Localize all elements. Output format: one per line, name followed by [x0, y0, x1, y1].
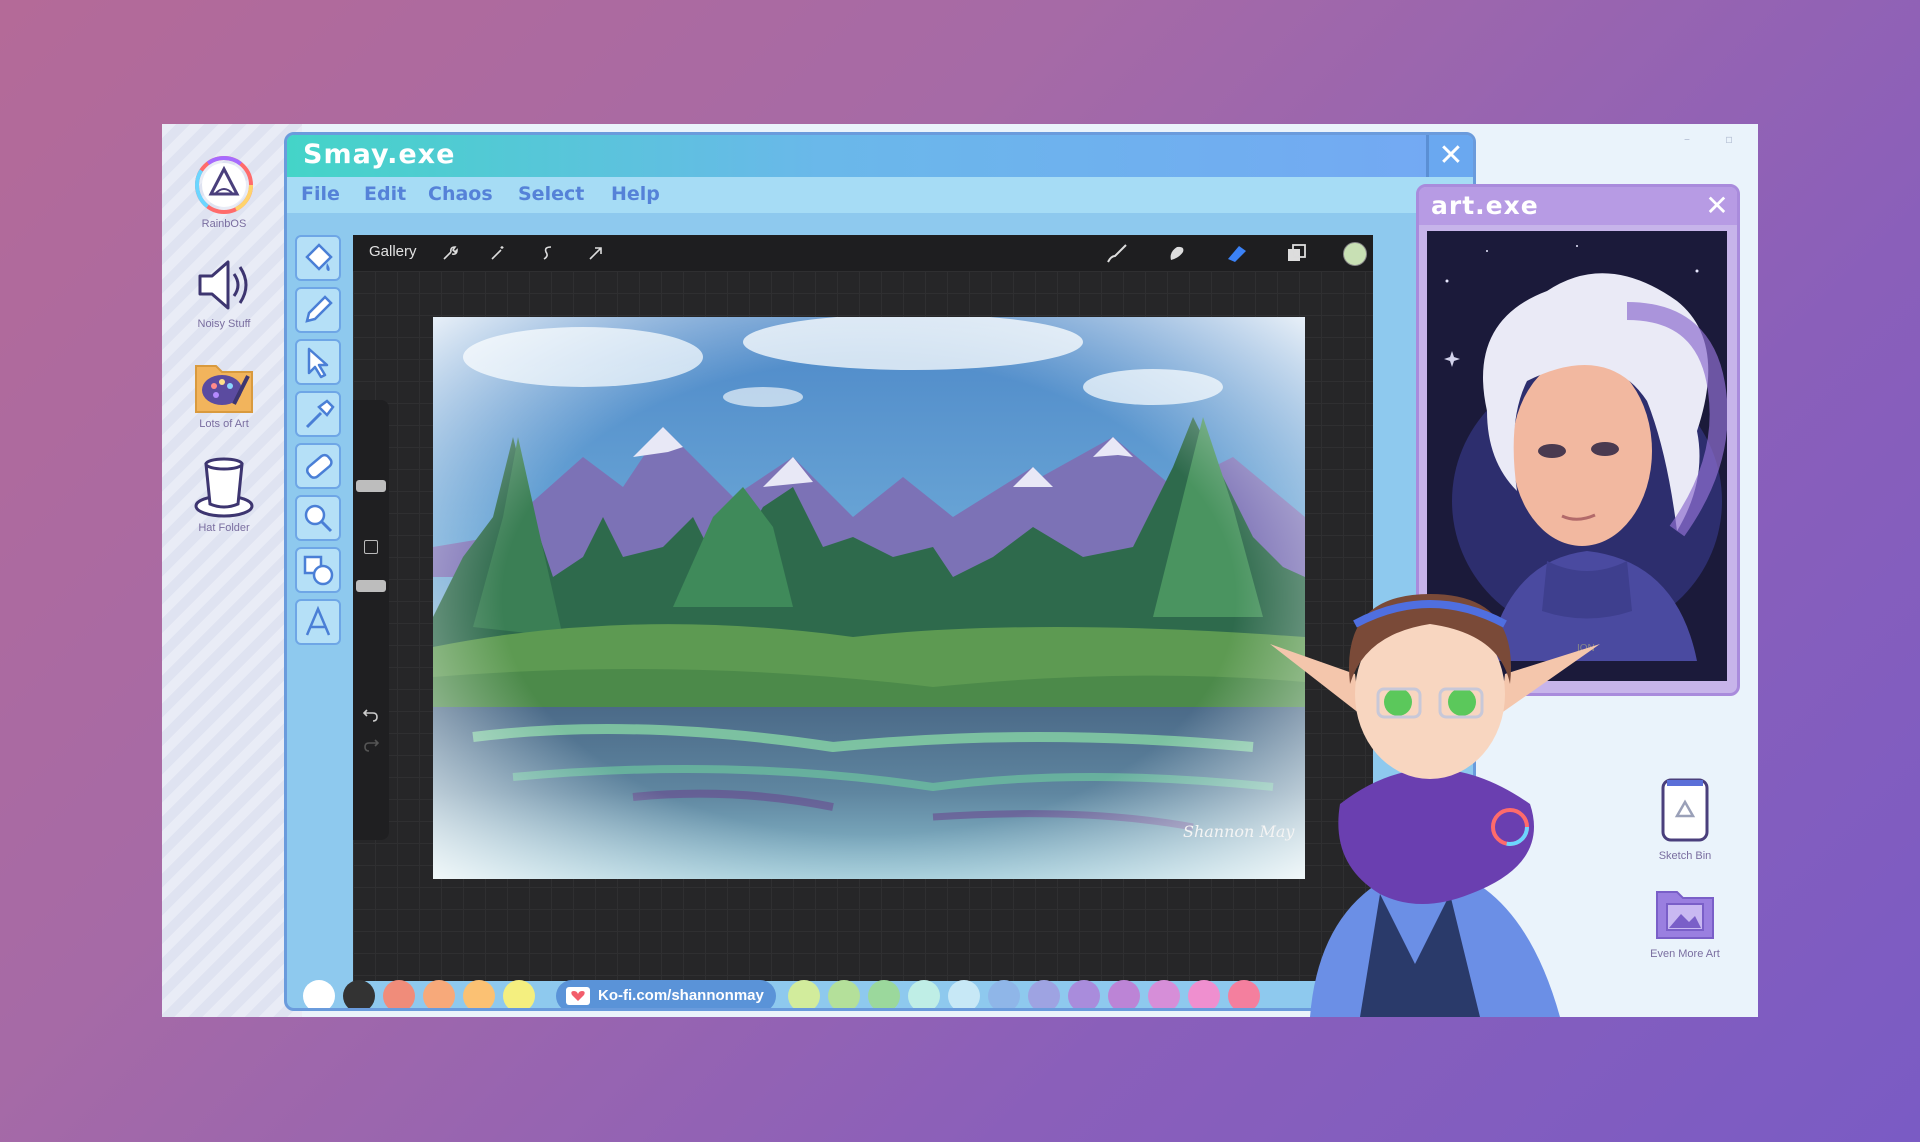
desktop-icon-label: Sketch Bin	[1658, 850, 1712, 862]
pointer-icon	[307, 347, 329, 379]
color-icon[interactable]	[1343, 242, 1367, 266]
desktop-icon-label: Noisy Stuff	[197, 318, 251, 330]
modify-button[interactable]	[364, 540, 378, 554]
smudge-icon[interactable]	[1165, 242, 1189, 264]
desktop: RainbOS Noisy Stuff Lots of Art Hat Fold…	[162, 124, 1758, 1017]
color-swatch[interactable]	[1188, 980, 1220, 1008]
color-swatch[interactable]	[948, 980, 980, 1008]
pencil-icon	[305, 295, 333, 323]
color-swatch[interactable]	[1028, 980, 1060, 1008]
color-swatch[interactable]	[988, 980, 1020, 1008]
close-icon[interactable]: ✕	[1697, 187, 1737, 225]
redo-icon[interactable]	[362, 737, 380, 753]
art-titlebar[interactable]: art.exe ✕	[1419, 187, 1737, 225]
color-swatch[interactable]	[788, 980, 820, 1008]
rainbow-logo-icon	[195, 156, 253, 214]
menu-edit[interactable]: Edit	[364, 183, 406, 205]
menu-chaos[interactable]: Chaos	[428, 183, 493, 205]
close-icon: ✕	[1438, 138, 1464, 173]
desktop-icon-lots-of-art[interactable]: Lots of Art	[180, 354, 268, 430]
close-button[interactable]: ✕	[1426, 135, 1473, 177]
selection-icon[interactable]	[539, 244, 557, 262]
color-swatch[interactable]	[908, 980, 940, 1008]
main-titlebar[interactable]: Smay.exe ✕	[287, 135, 1473, 177]
text-icon	[305, 605, 331, 636]
desktop-icon-sketch-bin[interactable]: Sketch Bin	[1640, 774, 1730, 862]
paint-bucket-icon	[305, 243, 333, 271]
brush-size-sidebar	[353, 400, 389, 840]
menu-bar: File Edit Chaos Select Help	[287, 177, 1473, 213]
layers-icon[interactable]	[1285, 242, 1309, 264]
menu-select[interactable]: Select	[518, 183, 584, 205]
kofi-label: Ko-fi.com/shannonmay	[598, 987, 764, 1004]
color-swatch[interactable]	[423, 980, 455, 1008]
gallery-button[interactable]: Gallery	[369, 243, 417, 260]
landscape-painting[interactable]: Shannon May	[433, 317, 1305, 879]
menu-file[interactable]: File	[301, 183, 340, 205]
menu-help[interactable]: Help	[611, 183, 660, 205]
kofi-link[interactable]: Ko-fi.com/shannonmay	[556, 980, 776, 1008]
vtuber-avatar	[1270, 594, 1600, 1017]
color-swatch[interactable]	[1228, 980, 1260, 1008]
art-window-title: art.exe	[1431, 191, 1539, 220]
color-swatch[interactable]	[343, 980, 375, 1008]
eraser-icon[interactable]	[1225, 242, 1249, 264]
color-swatch[interactable]	[1108, 980, 1140, 1008]
desktop-icon-label: Lots of Art	[199, 418, 249, 430]
minimize-button[interactable]: –	[1684, 132, 1690, 146]
zoom-tool[interactable]	[295, 495, 341, 541]
app-toolbar: Gallery	[353, 235, 1373, 271]
desktop-icon-label: Hat Folder	[198, 522, 250, 534]
color-swatch[interactable]	[868, 980, 900, 1008]
paint-bucket-tool[interactable]	[295, 235, 341, 281]
top-hat-icon	[194, 457, 254, 518]
undo-icon[interactable]	[362, 707, 380, 723]
text-tool[interactable]	[295, 599, 341, 645]
color-swatch[interactable]	[1148, 980, 1180, 1008]
restore-button[interactable]: ▫	[1725, 132, 1733, 146]
palette-folder-icon	[195, 365, 253, 413]
color-swatch[interactable]	[383, 980, 415, 1008]
brush-icon[interactable]	[1105, 242, 1129, 264]
window-title: Smay.exe	[303, 139, 456, 170]
desktop-icon-noisy-stuff[interactable]: Noisy Stuff	[180, 254, 268, 330]
opacity-slider[interactable]	[356, 580, 386, 592]
eyedropper-tool[interactable]	[295, 391, 341, 437]
desktop-icon-label: RainbOS	[201, 218, 247, 230]
pencil-tool[interactable]	[295, 287, 341, 333]
shapes-icon	[303, 555, 334, 586]
recycle-bin-icon	[1661, 778, 1709, 842]
color-swatch[interactable]	[1068, 980, 1100, 1008]
magic-wand-icon[interactable]	[489, 244, 507, 262]
eraser-icon	[305, 453, 333, 479]
color-swatch[interactable]	[463, 980, 495, 1008]
tool-column	[295, 235, 341, 651]
shapes-tool[interactable]	[295, 547, 341, 593]
eraser-tool[interactable]	[295, 443, 341, 489]
magnifier-icon	[304, 504, 333, 533]
brush-size-slider[interactable]	[356, 480, 386, 492]
drawing-app: Gallery Shannon May	[353, 235, 1373, 981]
desktop-icon-hat-folder[interactable]: Hat Folder	[180, 454, 268, 534]
color-swatch[interactable]	[303, 980, 335, 1008]
art-folder-icon	[1656, 891, 1714, 939]
transform-icon[interactable]	[587, 244, 605, 262]
speaker-icon	[198, 260, 248, 310]
desktop-icon-even-more-art[interactable]: Even More Art	[1640, 884, 1730, 960]
wrench-icon[interactable]	[441, 244, 459, 262]
pointer-tool[interactable]	[295, 339, 341, 385]
kofi-cup-icon	[566, 987, 590, 1005]
eyedropper-icon	[305, 399, 335, 429]
desktop-icon-rainbos[interactable]: RainbOS	[180, 154, 268, 230]
color-swatch[interactable]	[828, 980, 860, 1008]
color-swatch[interactable]	[503, 980, 535, 1008]
desktop-icon-label: Even More Art	[1650, 948, 1720, 960]
